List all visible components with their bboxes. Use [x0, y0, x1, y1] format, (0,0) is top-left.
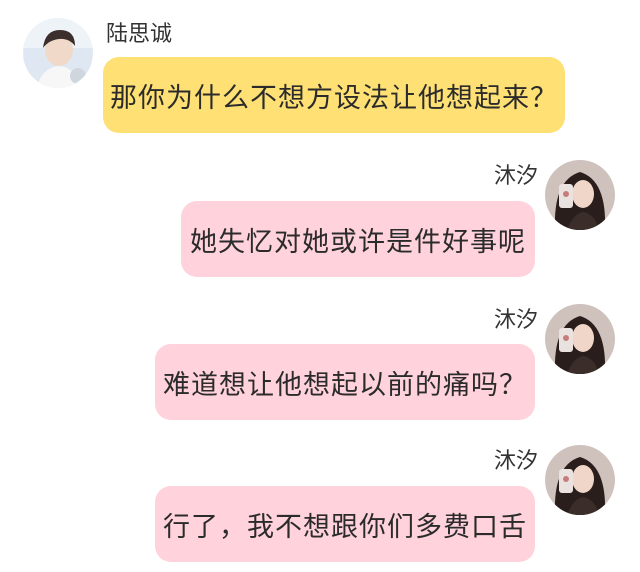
message-text: 行了，我不想跟你们多费口舌	[163, 511, 527, 543]
message-text: 难道想让他想起以前的痛吗？	[163, 369, 527, 401]
sender-name: 沐汐	[494, 449, 539, 474]
sender-name: 沐汐	[494, 308, 539, 333]
message-bubble[interactable]: 那你为什么不想方设法让他想起来？	[103, 57, 565, 133]
sender-name: 陆思诚	[106, 22, 173, 47]
message-text: 那你为什么不想方设法让他想起来？	[110, 82, 558, 114]
message-bubble[interactable]: 难道想让他想起以前的痛吗？	[155, 344, 535, 420]
sender-name: 沐汐	[494, 164, 539, 189]
message-bubble[interactable]: 行了，我不想跟你们多费口舌	[155, 486, 535, 562]
avatar-mu-xi[interactable]	[545, 160, 615, 230]
message-text: 她失忆对她或许是件好事呢	[190, 226, 526, 258]
avatar-lu-sicheng[interactable]	[23, 18, 93, 88]
avatar-mu-xi[interactable]	[545, 445, 615, 515]
message-bubble[interactable]: 她失忆对她或许是件好事呢	[181, 201, 535, 277]
avatar-mu-xi[interactable]	[545, 304, 615, 374]
